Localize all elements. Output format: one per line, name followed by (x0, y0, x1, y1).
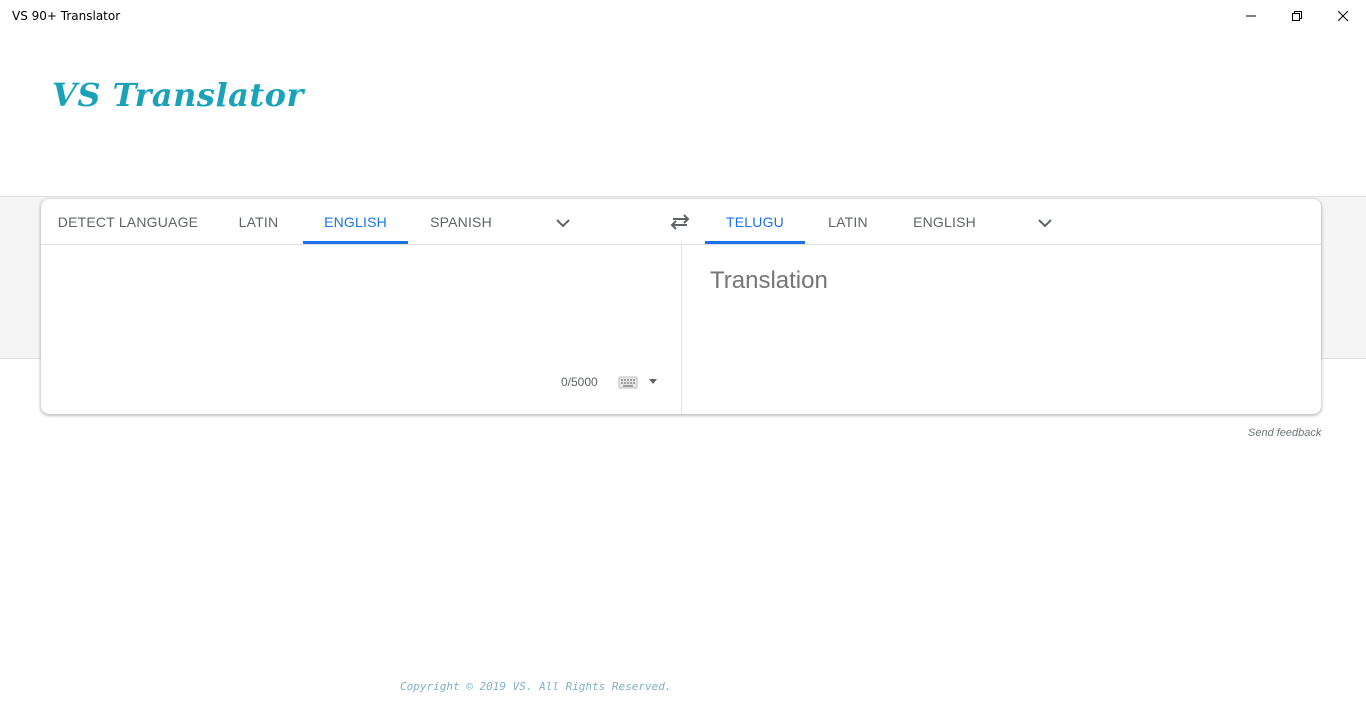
minimize-button[interactable] (1228, 0, 1274, 32)
tab-target-english[interactable]: ENGLISH (891, 199, 998, 244)
send-feedback-link[interactable]: Send feedback (1248, 427, 1321, 439)
chevron-down-icon (556, 218, 570, 227)
close-icon (1338, 11, 1348, 21)
tab-target-telugu[interactable]: TELUGU (705, 199, 805, 244)
translation-output: Translation (710, 267, 828, 294)
minimize-icon (1246, 15, 1256, 17)
translator-card: DETECT LANGUAGE LATIN ENGLISH SPANISH TE… (41, 199, 1321, 414)
app-logo: VS Translator (52, 76, 304, 114)
source-more-languages-button[interactable] (551, 211, 575, 235)
swap-arrows-icon (670, 214, 690, 230)
tab-source-spanish[interactable]: SPANISH (408, 199, 514, 244)
close-button[interactable] (1320, 0, 1366, 32)
source-text-input[interactable] (65, 265, 655, 365)
title-bar: VS 90+ Translator (0, 0, 1366, 32)
character-count: 0/5000 (561, 375, 598, 389)
restore-icon (1292, 11, 1302, 21)
caret-down-icon (649, 378, 657, 384)
target-more-languages-button[interactable] (1033, 211, 1057, 235)
chevron-down-icon (1038, 218, 1052, 227)
input-tools-dropdown[interactable] (647, 375, 659, 387)
keyboard-icon[interactable] (618, 375, 638, 389)
tab-source-english[interactable]: ENGLISH (303, 199, 408, 244)
window-title: VS 90+ Translator (12, 9, 121, 23)
tab-source-detect-language[interactable]: DETECT LANGUAGE (41, 199, 215, 244)
target-pane: Translation (681, 245, 1321, 414)
language-tabs-row: DETECT LANGUAGE LATIN ENGLISH SPANISH TE… (41, 199, 1321, 245)
copyright-text: Copyright © 2019 VS. All Rights Reserved… (400, 680, 672, 693)
tab-source-latin[interactable]: LATIN (215, 199, 302, 244)
source-pane: 0/5000 (41, 245, 681, 414)
restore-button[interactable] (1274, 0, 1320, 32)
swap-languages-button[interactable] (668, 210, 692, 234)
tab-target-latin[interactable]: LATIN (805, 199, 891, 244)
